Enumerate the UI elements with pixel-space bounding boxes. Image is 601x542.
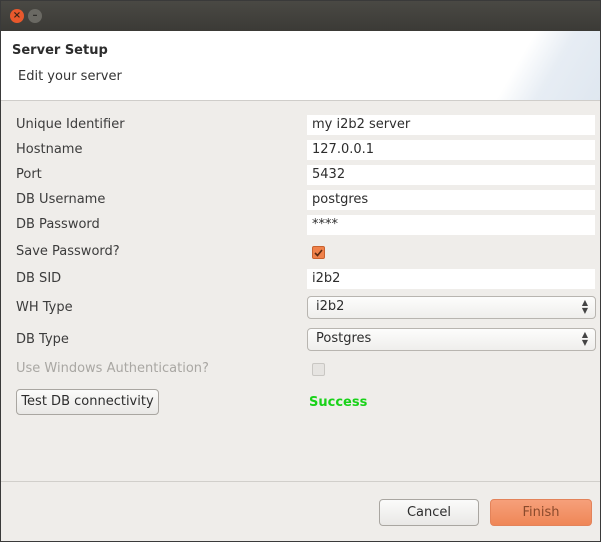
cancel-button[interactable]: Cancel <box>379 499 479 526</box>
unique-identifier-input[interactable]: my i2b2 server <box>307 115 595 135</box>
db-username-input[interactable]: postgres <box>307 190 595 210</box>
db-type-label: DB Type <box>16 332 69 347</box>
hostname-label: Hostname <box>16 142 83 157</box>
finish-button[interactable]: Finish <box>490 499 592 526</box>
dialog-header: Server Setup Edit your server <box>1 31 600 101</box>
dialog-subtitle: Edit your server <box>18 69 122 84</box>
wh-type-label: WH Type <box>16 300 73 315</box>
wh-type-value: i2b2 <box>316 299 345 314</box>
select-arrows-icon: ▲ ▼ <box>581 330 588 347</box>
footer-divider <box>1 481 600 482</box>
titlebar: × – <box>1 1 600 31</box>
test-db-connectivity-button[interactable]: Test DB connectivity <box>16 389 159 415</box>
wh-type-select[interactable]: i2b2 ▲ ▼ <box>307 296 596 319</box>
db-type-select[interactable]: Postgres ▲ ▼ <box>307 328 596 351</box>
select-arrows-icon: ▲ ▼ <box>581 298 588 315</box>
port-label: Port <box>16 167 42 182</box>
server-setup-dialog: × – Server Setup Edit your server Unique… <box>0 0 601 542</box>
header-decoration <box>480 31 600 100</box>
checkmark-icon <box>314 248 323 257</box>
connectivity-status: Success <box>309 395 368 410</box>
close-icon[interactable]: × <box>10 9 24 23</box>
dialog-title: Server Setup <box>12 43 108 58</box>
windows-auth-checkbox <box>312 363 325 376</box>
db-sid-input[interactable]: i2b2 <box>307 269 595 289</box>
db-password-input[interactable]: **** <box>307 215 595 235</box>
unique-identifier-label: Unique Identifier <box>16 117 125 132</box>
save-password-label: Save Password? <box>16 244 120 259</box>
db-username-label: DB Username <box>16 192 106 207</box>
db-sid-label: DB SID <box>16 271 62 286</box>
save-password-checkbox[interactable] <box>312 246 325 259</box>
db-password-label: DB Password <box>16 217 100 232</box>
db-type-value: Postgres <box>316 331 372 346</box>
hostname-input[interactable]: 127.0.0.1 <box>307 140 595 160</box>
windows-auth-label: Use Windows Authentication? <box>16 361 209 376</box>
port-input[interactable]: 5432 <box>307 165 595 185</box>
minimize-icon[interactable]: – <box>28 9 42 23</box>
